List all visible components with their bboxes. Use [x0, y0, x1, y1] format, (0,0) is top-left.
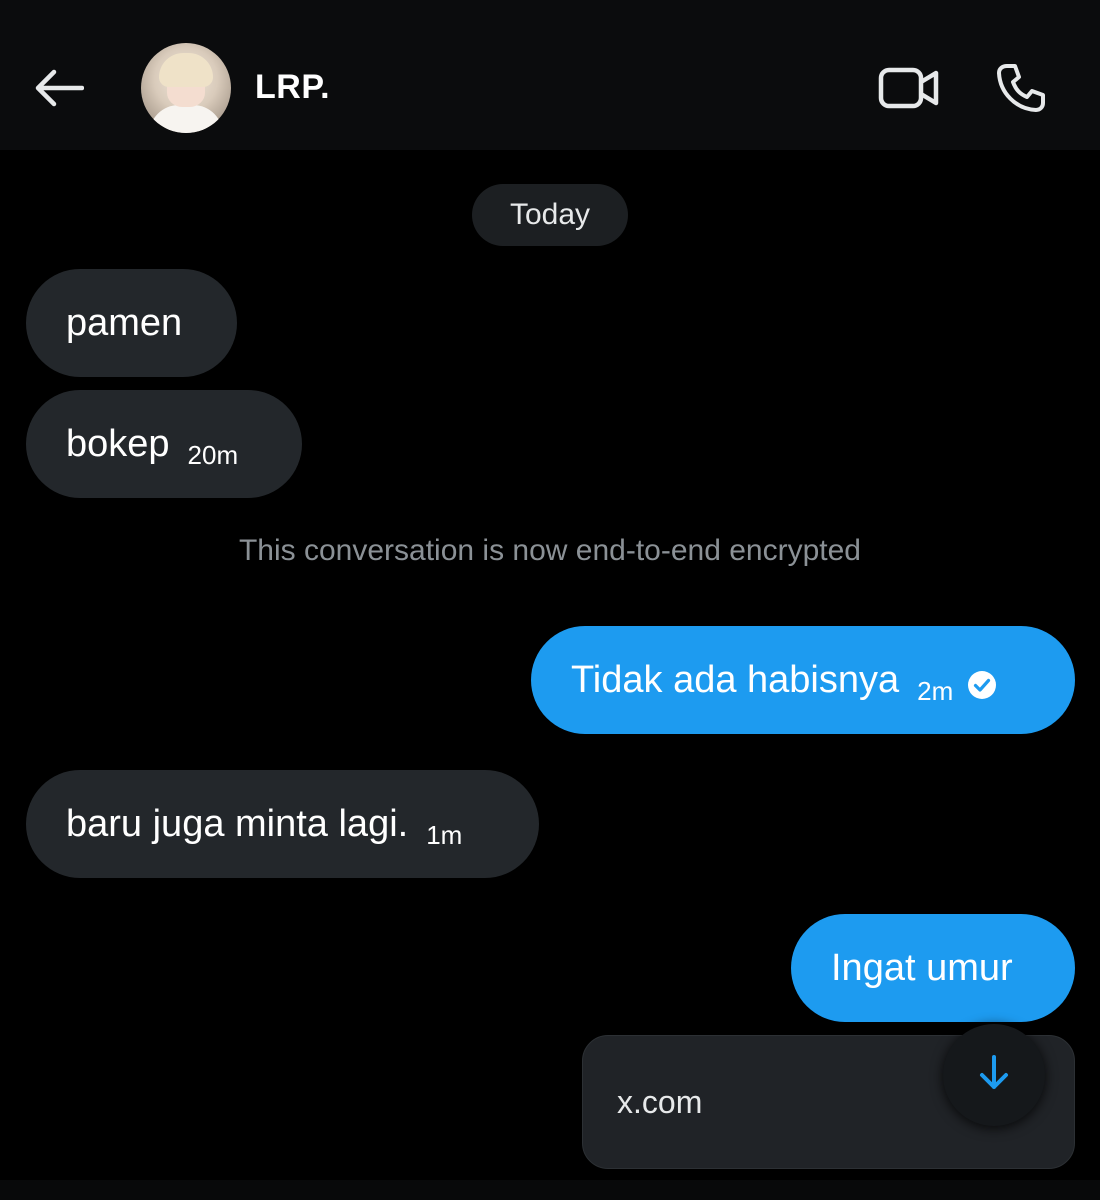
- encryption-notice: This conversation is now end-to-end encr…: [238, 534, 861, 567]
- back-button[interactable]: [28, 62, 88, 118]
- message-text: Ingat umur: [831, 946, 1013, 989]
- read-check-icon: [967, 670, 997, 700]
- message-text: baru juga minta lagi.: [66, 802, 409, 845]
- date-separator: Today: [472, 184, 628, 246]
- arrow-left-icon: [32, 68, 85, 113]
- link-domain: x.com: [617, 1084, 703, 1120]
- phone-icon: [995, 62, 1047, 119]
- message-text: bokep: [66, 422, 170, 465]
- avatar[interactable]: [141, 43, 231, 133]
- message-timestamp: 1m: [426, 819, 463, 850]
- message-timestamp: 20m: [187, 439, 239, 470]
- video-camera-icon: [878, 66, 940, 115]
- bottom-bar: [0, 1180, 1100, 1200]
- message-bubble-incoming[interactable]: bokep 20m: [26, 390, 302, 498]
- conversation-header: LRP.: [0, 0, 1100, 150]
- contact-name[interactable]: LRP.: [255, 68, 330, 107]
- message-bubble-incoming[interactable]: baru juga minta lagi. 1m: [26, 770, 539, 878]
- message-timestamp: 2m: [917, 675, 954, 706]
- arrow-down-icon: [977, 1053, 1011, 1098]
- scroll-to-bottom-button[interactable]: [943, 1024, 1045, 1126]
- message-bubble-outgoing[interactable]: Tidak ada habisnya 2m: [531, 626, 1075, 734]
- voice-call-button[interactable]: [990, 60, 1052, 120]
- message-bubble-incoming[interactable]: pamen: [26, 269, 237, 377]
- video-call-button[interactable]: [876, 62, 942, 118]
- message-text: pamen: [66, 301, 183, 344]
- message-bubble-outgoing[interactable]: Ingat umur: [791, 914, 1075, 1022]
- message-text: Tidak ada habisnya: [571, 658, 900, 701]
